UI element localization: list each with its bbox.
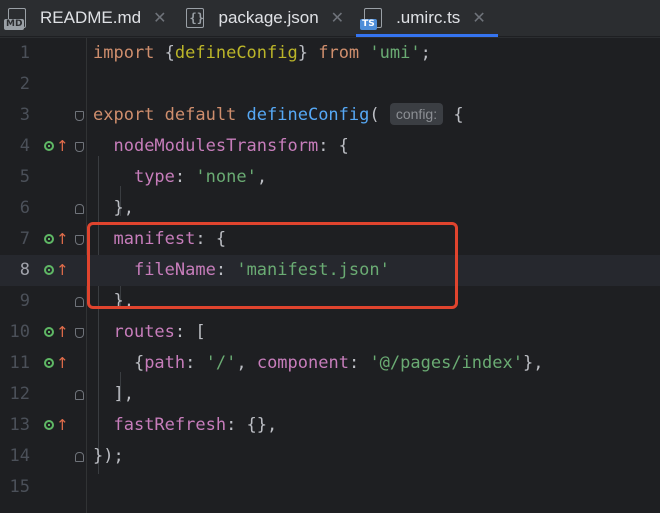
line-number: 10	[9, 322, 30, 342]
code-line[interactable]: 13 ↑ fastRefresh: {},	[0, 410, 660, 441]
fold-toggle-icon[interactable]	[75, 111, 84, 121]
code-line[interactable]: 3 export default defineConfig( config: {	[0, 100, 660, 131]
override-marker-icon[interactable]: ↑	[44, 137, 72, 155]
line-number: 5	[19, 167, 30, 187]
code-text: import {defineConfig} from 'umi';	[93, 43, 431, 63]
editor-tab-bar: MD README.md ✕ {} package.json ✕ TS .umi…	[0, 0, 660, 37]
code-line[interactable]: 4 ↑ nodeModulesTransform: {	[0, 131, 660, 162]
override-marker-icon[interactable]: ↑	[44, 416, 72, 434]
line-number: 1	[19, 43, 30, 63]
code-line[interactable]: 5 type: 'none',	[0, 162, 660, 193]
code-text: ],	[93, 384, 134, 404]
typescript-file-icon: TS	[360, 6, 388, 30]
tab-label: .umirc.ts	[396, 8, 461, 27]
line-number: 14	[9, 446, 30, 466]
code-text: type: 'none',	[133, 167, 268, 187]
code-text: },	[93, 198, 134, 218]
code-text: {path: '/', component: '@/pages/index'},	[93, 353, 544, 373]
tab-package-json[interactable]: {} package.json ✕	[178, 0, 356, 36]
line-number: 12	[9, 384, 30, 404]
line-number: 8	[19, 260, 30, 280]
line-number: 2	[19, 74, 30, 94]
json-file-icon: {}	[182, 6, 210, 30]
tab-label: package.json	[218, 8, 319, 27]
close-icon[interactable]: ✕	[331, 8, 344, 28]
code-text: routes: [	[113, 322, 206, 342]
line-number: 11	[9, 353, 30, 373]
close-icon[interactable]: ✕	[472, 8, 485, 28]
code-line[interactable]: 15	[0, 472, 660, 503]
code-text: });	[93, 446, 124, 466]
fold-toggle-icon[interactable]	[75, 390, 84, 400]
fold-toggle-icon[interactable]	[75, 452, 84, 462]
line-number: 13	[9, 415, 30, 435]
tab-label: README.md	[40, 8, 142, 27]
tab-readme[interactable]: MD README.md ✕	[0, 0, 178, 36]
line-number: 4	[19, 136, 30, 156]
code-editor[interactable]: 1 import {defineConfig} from 'umi'; 2 3 …	[0, 38, 660, 513]
code-line[interactable]: 11 ↑ {path: '/', component: '@/pages/ind…	[0, 348, 660, 379]
close-icon[interactable]: ✕	[153, 8, 166, 28]
code-line[interactable]: 12 ],	[0, 379, 660, 410]
fold-toggle-icon[interactable]	[75, 204, 84, 214]
code-text: export default defineConfig( config: {	[93, 103, 464, 125]
code-text: fastRefresh: {},	[113, 415, 278, 435]
line-number: 7	[19, 229, 30, 249]
line-number: 3	[19, 105, 30, 125]
line-number: 6	[19, 198, 30, 218]
code-line[interactable]: 6 },	[0, 193, 660, 224]
line-number: 15	[9, 477, 30, 497]
override-marker-icon[interactable]: ↑	[44, 261, 72, 279]
code-line[interactable]: 14 });	[0, 441, 660, 472]
highlight-annotation-box	[87, 222, 458, 309]
markdown-file-icon: MD	[4, 6, 32, 30]
fold-toggle-icon[interactable]	[75, 142, 84, 152]
code-text: nodeModulesTransform: {	[113, 136, 349, 156]
override-marker-icon[interactable]: ↑	[44, 354, 72, 372]
override-marker-icon[interactable]: ↑	[44, 323, 72, 341]
fold-toggle-icon[interactable]	[75, 235, 84, 245]
code-line[interactable]: 10 ↑ routes: [	[0, 317, 660, 348]
code-line[interactable]: 2	[0, 69, 660, 100]
inlay-hint: config:	[389, 103, 444, 125]
code-line[interactable]: 1 import {defineConfig} from 'umi';	[0, 38, 660, 69]
fold-toggle-icon[interactable]	[75, 297, 84, 307]
fold-toggle-icon[interactable]	[75, 328, 84, 338]
override-marker-icon[interactable]: ↑	[44, 230, 72, 248]
tab-umirc-ts[interactable]: TS .umirc.ts ✕	[356, 0, 498, 37]
line-number: 9	[19, 291, 30, 311]
